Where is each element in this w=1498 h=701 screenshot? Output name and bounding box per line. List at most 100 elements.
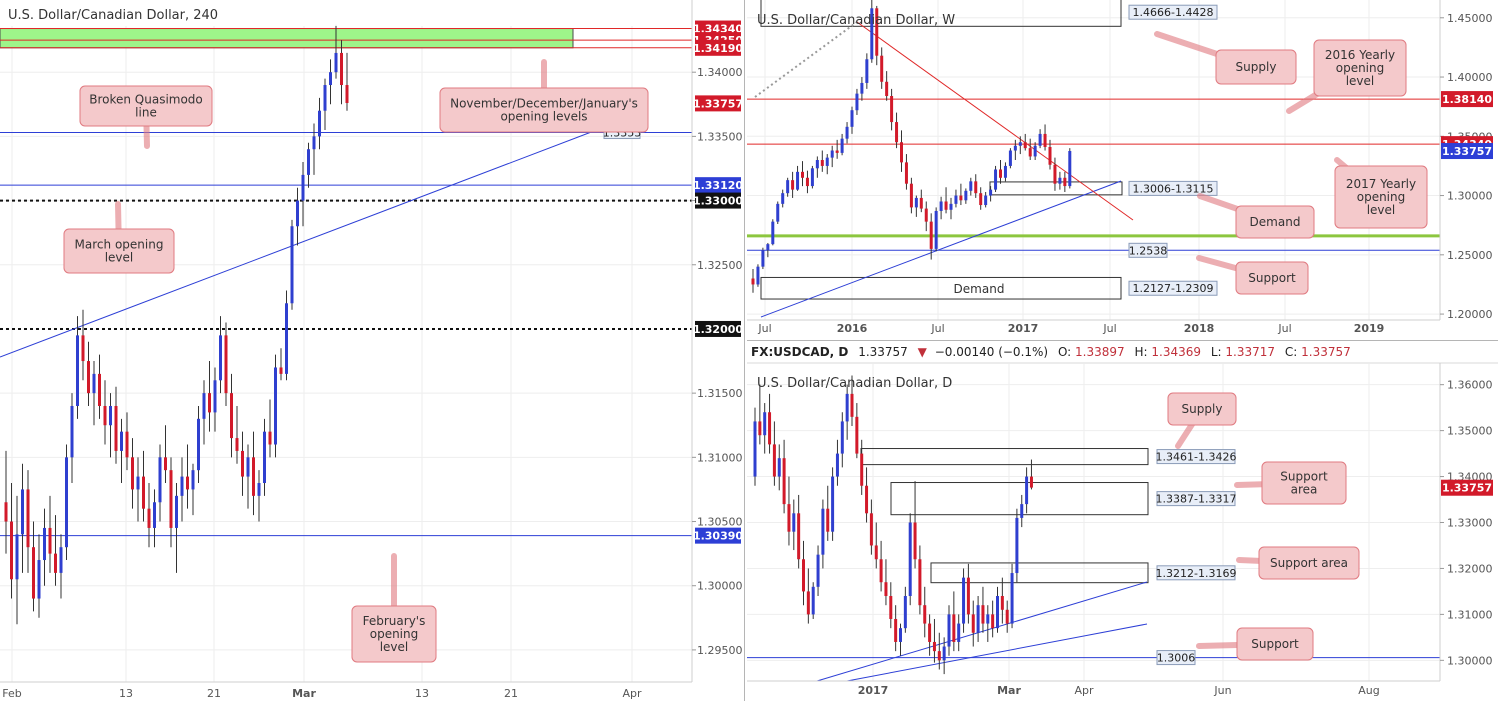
h4-callouts: Broken Quasimodo line November/December/Ja… (63, 59, 649, 663)
candle-body (763, 412, 767, 436)
candle-body (805, 177, 809, 187)
candle-body (952, 614, 956, 642)
daily-info-close: 1.33757 (1301, 345, 1351, 359)
candle-body (103, 405, 107, 426)
weekly-title: U.S. Dollar/Canadian Dollar, W (757, 13, 955, 28)
time-tick-label: Jul (757, 322, 771, 335)
candle-body (802, 559, 805, 592)
candle-body (208, 393, 211, 413)
svg-text:FX:USDCAD, D 1.33757: FX:USDCAD, D 1.33757 ▼ −0.00140 (−0.1%) … (751, 345, 1351, 359)
candle-body (26, 489, 30, 548)
candle-body (966, 577, 970, 615)
candle-body (1000, 596, 1004, 610)
time-tick-label: 13 (119, 687, 133, 700)
candle-body (947, 614, 951, 647)
daily-info-low: 1.33717 (1225, 345, 1275, 359)
candle-body (197, 418, 200, 471)
daily-info-open: 1.33897 (1075, 345, 1125, 359)
callout-text: Supply (1236, 60, 1277, 74)
callout-text: Demand (1250, 215, 1301, 229)
daily-chart[interactable]: FX:USDCAD, D 1.33757 ▼ −0.00140 (−0.1%) … (747, 341, 1498, 701)
candle-body (285, 303, 288, 374)
candle-body (1015, 517, 1019, 574)
weekly-chart-panel[interactable]: 1.4666-1.4428 1.3006-1.3115 1.2127-1.2309 D… (747, 0, 1498, 341)
time-tick-label: Jul (1102, 322, 1116, 335)
candle-body (787, 504, 791, 532)
candle-body (777, 458, 781, 477)
candle-body (929, 221, 933, 249)
candle-body (142, 476, 145, 509)
candle-body (279, 367, 283, 374)
daily-time-axis: 2017 Mar Apr Jun Aug (858, 684, 1380, 697)
candle-body (1018, 142, 1022, 146)
candle-body (835, 453, 839, 477)
candle-body (786, 180, 790, 194)
callout-text: Support (1251, 637, 1299, 651)
candle-body (918, 559, 922, 606)
price-tick-label: 1.34000 (697, 66, 743, 79)
trend-line-resistance (856, 21, 1134, 221)
candle-body (87, 361, 90, 394)
h4-price-axis: 1.29500 1.30000 1.30500 1.31000 1.31500 1.325… (692, 66, 743, 657)
candle-body (318, 110, 321, 137)
zone-box (760, 276, 1122, 300)
candle-body (98, 373, 101, 406)
candle-body (753, 421, 757, 477)
candle-body (865, 485, 869, 514)
callout-line: Supply (1182, 402, 1223, 416)
price-tick-label: 1.31500 (697, 387, 743, 400)
candle-body (290, 226, 294, 304)
candle-body (37, 560, 41, 599)
candle-body (213, 380, 217, 413)
daily-zones: 1.3461-1.3426 1.3387-1.3317 1.3212-1.3169 (860, 448, 1236, 584)
candle-body (153, 502, 156, 528)
weekly-chart[interactable]: 1.4666-1.44281.3006-1.31151.2127-1.2309D… (747, 0, 1498, 340)
price-tick-label: 1.33000 (1447, 517, 1493, 530)
callout-line: November/December/January's (450, 97, 638, 111)
candle-body (850, 110, 854, 127)
candle-body (224, 335, 228, 394)
callout-line: level (1367, 203, 1396, 217)
h4-chart-panel[interactable]: 1.3353 Broken Quasimodo line November/Dece… (0, 0, 745, 701)
time-tick-label: 2019 (1354, 322, 1385, 335)
candle-body (1029, 476, 1033, 488)
zone-box (890, 482, 1149, 516)
callout-line: opening (370, 627, 419, 641)
weekly-price-axis: 1.450001.400001.350001.300001.250001.200… (1440, 12, 1493, 321)
price-tag-label: 1.30390 (693, 530, 743, 543)
candle-body (274, 367, 277, 445)
callout-line: level (380, 640, 409, 654)
daily-info-arrow: ▼ (918, 345, 928, 359)
candle-body (180, 476, 184, 496)
time-tick-label: Jul (930, 322, 944, 335)
callout-line: Demand (1250, 215, 1301, 229)
candle-body (924, 208, 928, 222)
candle-body (979, 193, 983, 206)
price-tick-label: 1.30500 (697, 516, 743, 529)
candle-body (191, 470, 195, 490)
candle-body (158, 457, 162, 503)
h4-chart[interactable]: 1.3353 Broken Quasimodo lineNovember/Dece… (0, 0, 744, 701)
candle-body (989, 189, 993, 196)
candle-body (976, 605, 980, 633)
candle-body (323, 85, 327, 111)
callout-line: area (1291, 483, 1318, 497)
price-tick-label: 1.35000 (1447, 425, 1493, 438)
daily-info-low-label: L: (1211, 345, 1222, 359)
candle-body (835, 150, 839, 153)
daily-info-change: −0.00140 (−0.1%) (935, 345, 1048, 359)
candle-body (939, 201, 943, 211)
callout-line: March opening (75, 238, 164, 252)
candle-body (1028, 148, 1032, 157)
candle-body (801, 171, 804, 178)
price-tag-label: 1.33000 (693, 195, 743, 208)
candle-body (895, 122, 899, 143)
candle-body (329, 72, 332, 86)
candle-body (860, 82, 864, 94)
daily-chart-panel[interactable]: FX:USDCAD, D 1.33757 ▼ −0.00140 (−0.1%) … (747, 341, 1498, 701)
zone-label: 1.2127-1.2309 (1133, 282, 1214, 295)
candle-body (860, 453, 864, 486)
price-tick-label: 1.30000 (1447, 190, 1493, 203)
daily-info-price: 1.33757 (858, 345, 908, 359)
candle-body (974, 181, 978, 194)
